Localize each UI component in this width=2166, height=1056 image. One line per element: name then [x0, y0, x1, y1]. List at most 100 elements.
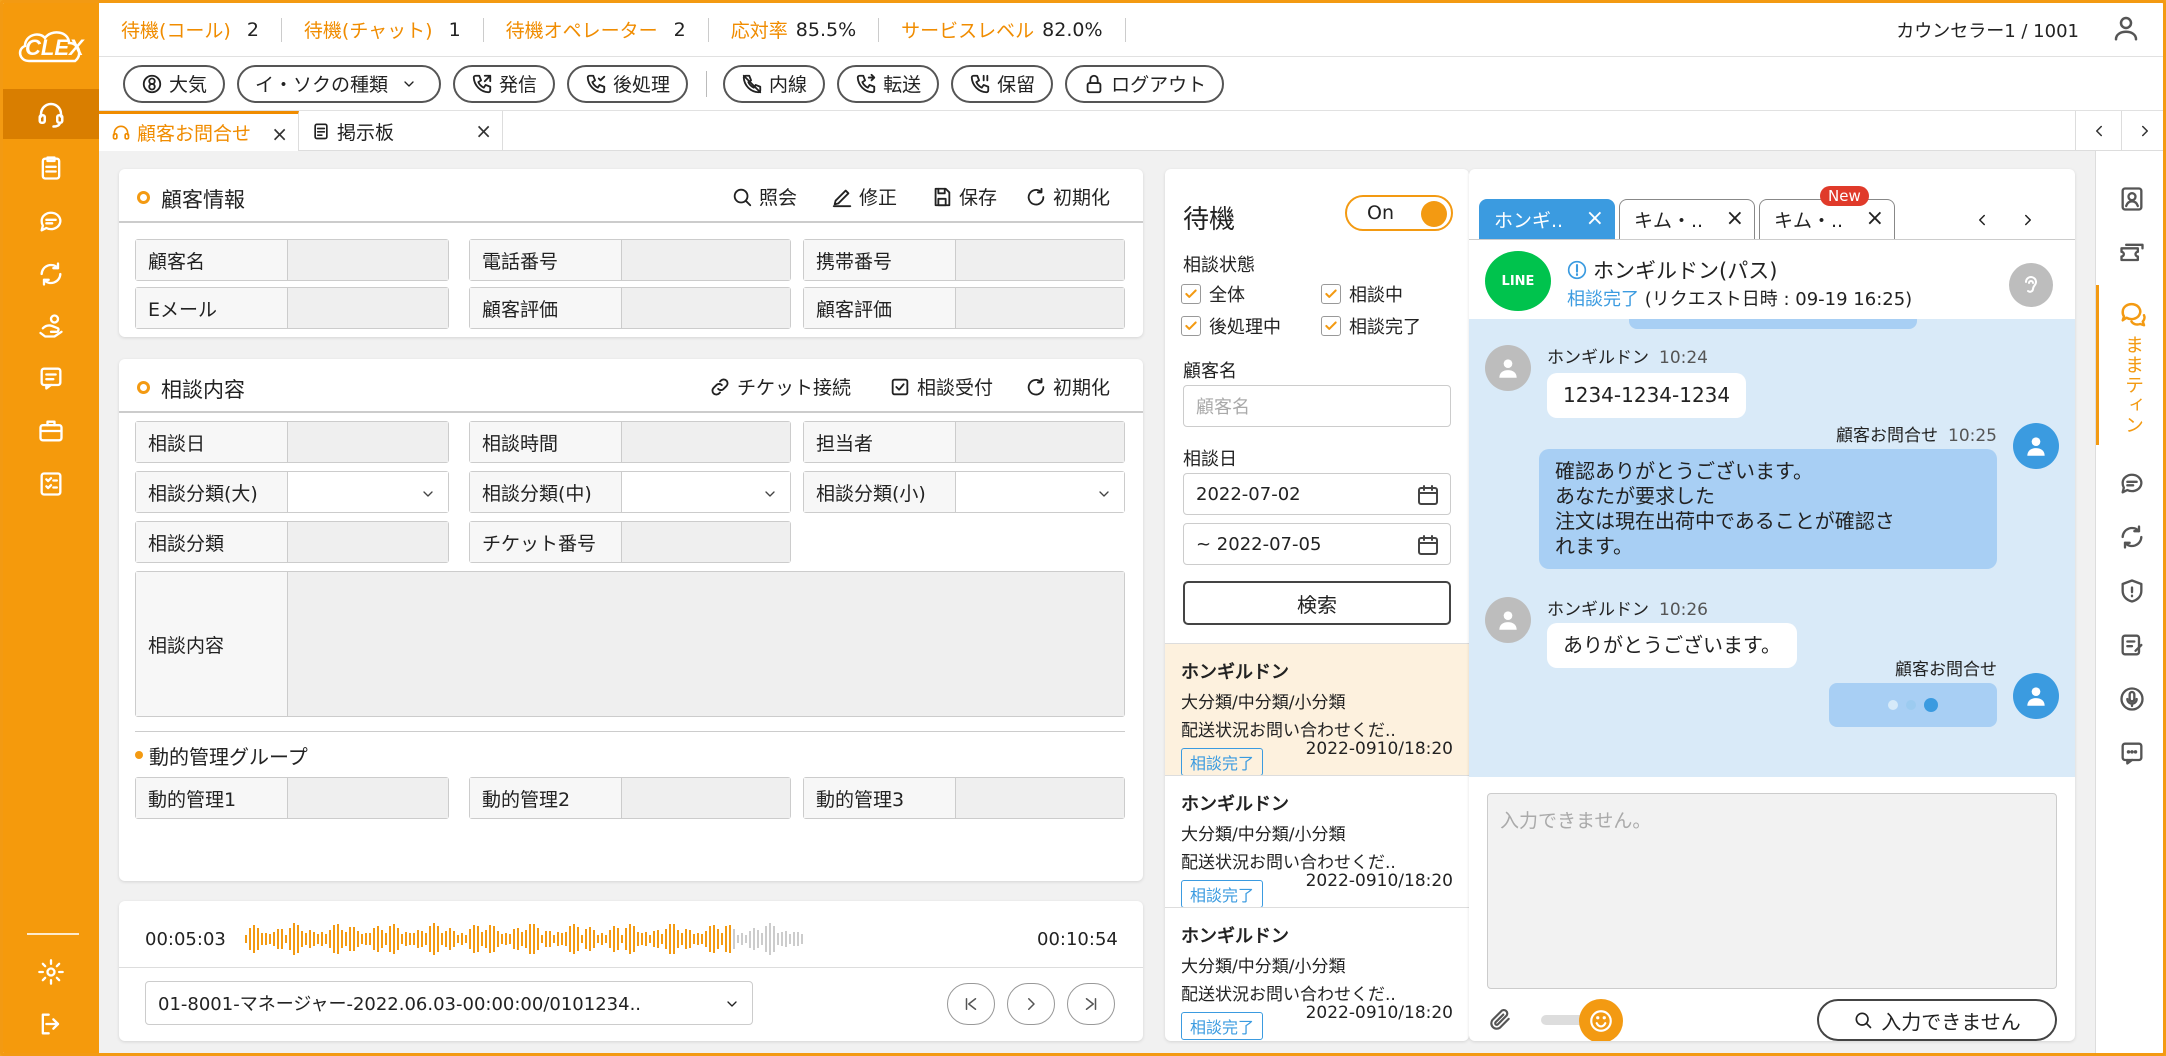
chat-tab-prev-icon[interactable]	[1973, 211, 1991, 229]
dynamic-2-input[interactable]	[622, 778, 790, 818]
consult-content-textarea[interactable]	[288, 572, 1124, 716]
mobile-input[interactable]	[956, 240, 1124, 280]
document-edit-icon[interactable]	[2096, 619, 2163, 671]
section-divider	[135, 731, 1125, 732]
hold-button[interactable]: 保留	[951, 64, 1054, 103]
reset-button[interactable]: 初期化	[1025, 183, 1110, 210]
after-work-button[interactable]: 後処理	[567, 64, 689, 103]
chat-tab-1[interactable]: ホンギ.. ×	[1479, 199, 1615, 239]
skip-back-button[interactable]	[947, 983, 995, 1025]
sidebar-headset-icon[interactable]	[3, 89, 99, 139]
tab-bulletin-board[interactable]: 掲示板 ×	[299, 111, 503, 151]
customer-card-icon[interactable]	[2096, 173, 2163, 225]
tab-next-button[interactable]	[2121, 111, 2163, 151]
category-large-select[interactable]	[288, 472, 448, 512]
waiting-list-item[interactable]: ホンギルドン 大分類/中分類/小分類 配送状況お問い合わせくだ.. 相談完了 2…	[1165, 643, 1469, 776]
user-profile-icon[interactable]	[2111, 13, 2141, 43]
settings-gear-icon[interactable]	[3, 947, 99, 997]
sync-icon[interactable]	[2096, 511, 2163, 563]
lock-icon	[1086, 74, 1102, 93]
emoji-smile-icon[interactable]	[1579, 999, 1623, 1041]
email-input[interactable]	[288, 288, 448, 328]
chat-tab-3[interactable]: キム・.. New ×	[1759, 186, 1895, 239]
tab-close-icon[interactable]: ×	[271, 122, 288, 146]
filter-in-progress-checkbox[interactable]: 相談中	[1321, 281, 1403, 307]
shield-icon[interactable]	[2096, 565, 2163, 617]
chat-tab-close-icon[interactable]: ×	[1726, 206, 1744, 231]
filter-after-work-checkbox[interactable]: 後処理中	[1181, 313, 1281, 339]
typing-indicator	[1829, 683, 1997, 727]
category-medium-select[interactable]	[622, 472, 790, 512]
sidebar-board-icon[interactable]	[3, 353, 99, 403]
sidebar-tab-active[interactable]: ままティン	[2096, 285, 2163, 445]
category-small-select[interactable]	[956, 472, 1124, 512]
rating-input-1[interactable]	[622, 288, 790, 328]
logout-exit-icon[interactable]	[3, 999, 99, 1049]
rating-input-2[interactable]	[956, 288, 1124, 328]
accept-button[interactable]: 相談受付	[889, 373, 993, 400]
checkbox-icon	[891, 378, 909, 395]
search-button[interactable]: 検索	[1183, 581, 1451, 625]
reason-select[interactable]: イ・ソクの種類	[237, 64, 442, 103]
consult-reset-button[interactable]: 初期化	[1025, 373, 1110, 400]
save-icon	[934, 187, 951, 206]
item-description: 配送状況お問い合わせくだ..	[1181, 721, 1396, 741]
chat-tab-2[interactable]: キム・.. ×	[1619, 199, 1755, 239]
customer-name-input[interactable]	[288, 240, 448, 280]
tab-customer-inquiry[interactable]: 顧客お問合せ ×	[99, 111, 299, 151]
waiting-list-item[interactable]: ホンギルドン 大分類/中分類/小分類 配送状況お問い合わせくだ.. 相談完了 2…	[1165, 775, 1469, 908]
sidebar-chat-icon[interactable]	[3, 196, 99, 246]
ticket-icon[interactable]	[2096, 227, 2163, 279]
date-from-input[interactable]: 2022-07-02	[1183, 473, 1451, 515]
sidebar-briefcase-icon[interactable]	[3, 406, 99, 456]
ticket-connect-button[interactable]: チケット接続	[709, 373, 851, 400]
attach-paperclip-icon[interactable]	[1487, 1007, 1513, 1033]
category-input[interactable]	[288, 522, 448, 562]
waiting-toggle[interactable]: On	[1345, 195, 1453, 231]
ticket-number-input[interactable]	[622, 522, 790, 562]
consult-date-input[interactable]	[288, 422, 448, 462]
waveform-bar	[253, 924, 255, 954]
chat-icon[interactable]	[2096, 457, 2163, 509]
owner-input[interactable]	[956, 422, 1124, 462]
audio-waveform[interactable]	[245, 919, 803, 959]
sidebar-refresh-icon[interactable]	[3, 249, 99, 299]
sidebar-hand-icon[interactable]	[3, 301, 99, 351]
edit-button[interactable]: 修正	[831, 183, 897, 210]
chat-tab-close-icon[interactable]: ×	[1586, 206, 1604, 231]
skip-forward-button[interactable]	[1067, 983, 1115, 1025]
consult-time-input[interactable]	[622, 422, 790, 462]
send-button[interactable]: 入力できません	[1817, 999, 2057, 1041]
phone-input[interactable]	[622, 240, 790, 280]
recording-select[interactable]: 01-8001-マネージャー-2022.06.03-00:00:00/01012…	[145, 981, 753, 1025]
dynamic-3-input[interactable]	[956, 778, 1124, 818]
chat-tab-next-icon[interactable]	[2019, 211, 2037, 229]
calendar-icon[interactable]	[1416, 483, 1440, 507]
faq-icon[interactable]	[2096, 727, 2163, 779]
filter-all-checkbox[interactable]: 全体	[1181, 281, 1245, 307]
calendar-icon[interactable]	[1416, 533, 1440, 557]
sidebar-clipboard-icon[interactable]	[3, 143, 99, 193]
dial-button[interactable]: 発信	[453, 64, 556, 103]
date-to-input[interactable]: ~ 2022-07-05	[1183, 523, 1451, 565]
status-button[interactable]: 大気	[123, 64, 226, 103]
transfer-button[interactable]: 転送	[837, 64, 940, 103]
logout-button[interactable]: ログアウト	[1065, 64, 1225, 103]
waveform-bar	[461, 932, 463, 946]
play-button[interactable]	[1007, 983, 1055, 1025]
microphone-icon[interactable]	[2096, 673, 2163, 725]
waiting-list-item[interactable]: ホンギルドン 大分類/中分類/小分類 配送状況お問い合わせくだ.. 相談完了 2…	[1165, 907, 1469, 1040]
ear-icon[interactable]	[2009, 263, 2053, 307]
sidebar-checklist-icon[interactable]	[3, 459, 99, 509]
chat-tab-close-icon[interactable]: ×	[1866, 206, 1884, 231]
tab-prev-button[interactable]	[2075, 111, 2121, 151]
internal-call-button[interactable]: 内線	[723, 64, 826, 103]
save-button[interactable]: 保存	[931, 183, 997, 210]
chat-message-input[interactable]: 入力できません。	[1487, 793, 2057, 989]
inquiry-button[interactable]: 照会	[731, 183, 797, 210]
tab-close-icon[interactable]: ×	[475, 119, 492, 143]
dynamic-1-input[interactable]	[288, 778, 448, 818]
filter-complete-checkbox[interactable]: 相談完了	[1321, 313, 1421, 339]
name-filter-input[interactable]: 顧客名	[1183, 385, 1451, 427]
message-line: 注文は現在出荷中であることが確認さ	[1555, 509, 1895, 533]
